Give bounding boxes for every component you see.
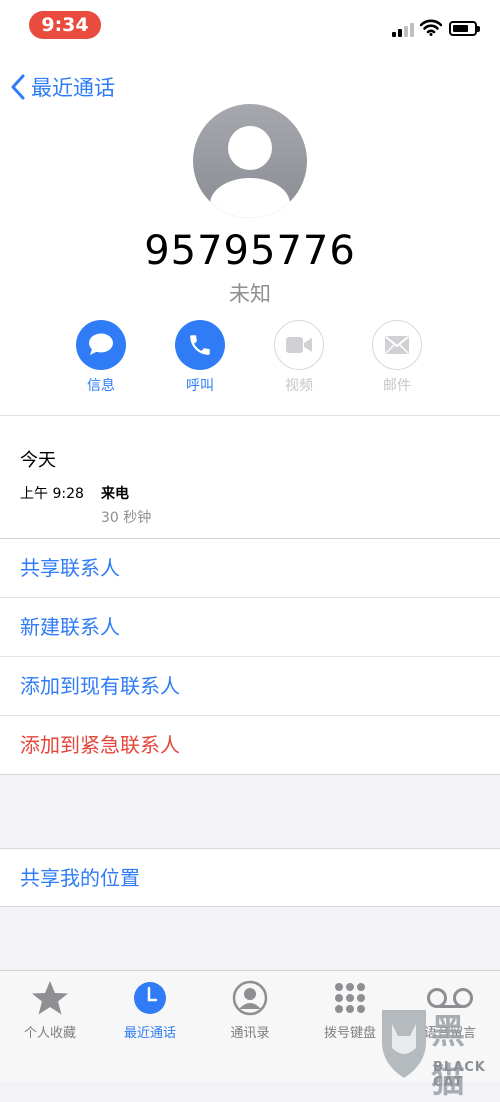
phone-number: 95795776 — [144, 228, 356, 274]
recent-calls-section: 今天 上午 9:28 来电 30 秒钟 — [0, 415, 500, 539]
watermark-logo: 黑猫 BLACK CAT — [378, 1000, 500, 1101]
tab-contacts[interactable]: 通讯录 — [200, 977, 300, 1041]
avatar — [193, 104, 307, 218]
call-type: 来电 — [101, 486, 129, 502]
share-my-location-option[interactable]: 共享我的位置 — [0, 848, 500, 907]
call-label: 呼叫 — [186, 378, 214, 394]
keypad-icon — [335, 983, 365, 1013]
add-to-emergency-contacts-option[interactable]: 添加到紧急联系人 — [0, 716, 500, 774]
add-to-existing-contact-option[interactable]: 添加到现有联系人 — [0, 657, 500, 716]
wifi-icon — [420, 19, 442, 36]
action-row: 信息 呼叫 视频 邮件 — [0, 320, 500, 400]
video-button[interactable]: 视频 — [264, 320, 334, 395]
chevron-left-icon — [11, 74, 25, 100]
message-icon — [89, 333, 113, 355]
tab-contacts-label: 通讯录 — [230, 1026, 270, 1041]
person-silhouette-icon — [210, 126, 290, 218]
new-contact-option[interactable]: 新建联系人 — [0, 598, 500, 657]
message-button[interactable]: 信息 — [66, 320, 136, 395]
call-button[interactable]: 呼叫 — [165, 320, 235, 395]
message-label: 信息 — [87, 378, 115, 394]
tab-recents-label: 最近通话 — [123, 1026, 176, 1041]
mail-label: 邮件 — [383, 378, 411, 394]
recent-day: 今天 — [20, 450, 56, 471]
contacts-icon — [232, 980, 268, 1016]
battery-icon — [449, 21, 480, 36]
black-cat-shield-icon — [382, 1010, 426, 1078]
status-bar: 9:34 — [0, 0, 500, 50]
mail-icon — [385, 336, 409, 354]
clock-icon — [134, 982, 166, 1014]
tab-recents[interactable]: 最近通话 — [100, 977, 200, 1041]
contact-label: 未知 — [229, 282, 271, 306]
tab-favorites[interactable]: 个人收藏 — [0, 977, 100, 1041]
back-button[interactable]: 最近通话 — [11, 72, 115, 102]
star-icon — [32, 981, 68, 1015]
phone-icon — [190, 335, 210, 355]
call-time: 上午 9:28 — [20, 486, 84, 502]
watermark-subtext: BLACK CAT — [433, 1060, 486, 1090]
video-icon — [286, 337, 312, 353]
tab-favorites-label: 个人收藏 — [23, 1026, 76, 1041]
cellular-signal-icon — [392, 23, 416, 37]
mail-button[interactable]: 邮件 — [362, 320, 432, 395]
back-label: 最近通话 — [31, 76, 115, 100]
video-label: 视频 — [285, 378, 313, 394]
call-duration: 30 秒钟 — [101, 510, 152, 526]
share-contact-option[interactable]: 共享联系人 — [0, 539, 500, 598]
contact-options-list: 共享联系人 新建联系人 添加到现有联系人 添加到紧急联系人 — [0, 539, 500, 775]
call-detail-screen: 9:34 最近通话 95795776 未知 信息 呼叫 视频 邮件 今天 上午 … — [0, 0, 500, 1101]
status-time[interactable]: 9:34 — [29, 11, 101, 39]
